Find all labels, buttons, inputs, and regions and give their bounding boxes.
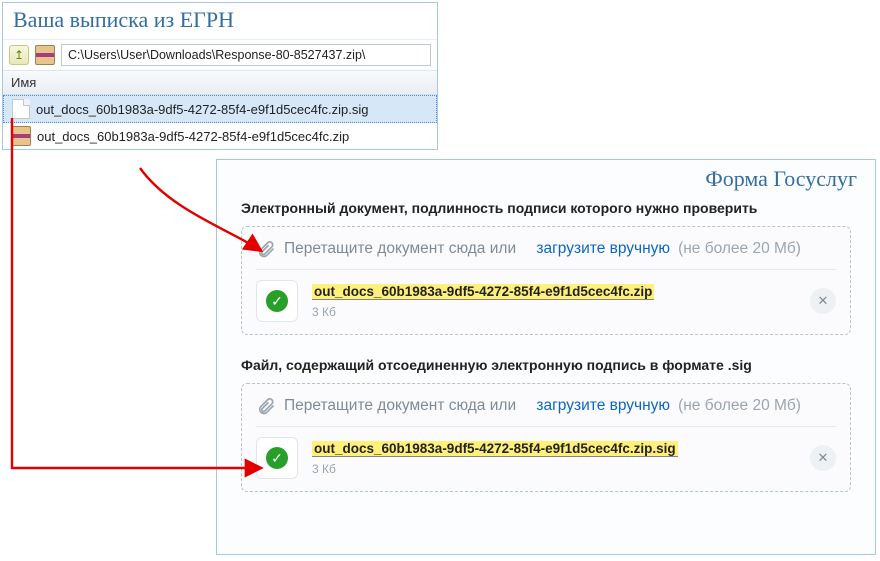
- uploaded-file-name: out_docs_60b1983a-9df5-4272-85f4-e9f1d5c…: [312, 441, 678, 457]
- drop-zone-document[interactable]: Перетащите документ сюда или загрузите в…: [241, 226, 851, 335]
- archive-icon: [11, 126, 31, 146]
- archive-icon: [35, 45, 55, 65]
- drop-size-limit: (не более 20 Мб): [678, 397, 801, 415]
- upload-success-badge: ✓: [256, 437, 298, 479]
- upload-success-badge: ✓: [256, 280, 298, 322]
- upload-link[interactable]: загрузите вручную: [536, 397, 670, 415]
- section-label-document: Электронный документ, подлинность подпис…: [217, 194, 875, 226]
- paperclip-icon: [256, 239, 276, 259]
- drop-text: Перетащите документ сюда или: [284, 240, 516, 258]
- divider: [256, 426, 836, 427]
- close-icon: ✕: [818, 450, 829, 466]
- check-icon: ✓: [266, 290, 288, 312]
- folder-up-icon[interactable]: ↥: [9, 45, 29, 65]
- remove-file-button[interactable]: ✕: [810, 445, 836, 471]
- egrn-panel: Ваша выписка из ЕГРН ↥ Имя out_docs_60b1…: [2, 2, 438, 150]
- drop-text: Перетащите документ сюда или: [284, 397, 516, 415]
- uploaded-file-size: 3 Кб: [312, 462, 678, 476]
- upload-link[interactable]: загрузите вручную: [536, 240, 670, 258]
- file-name: out_docs_60b1983a-9df5-4272-85f4-e9f1d5c…: [37, 129, 349, 144]
- uploaded-file-name: out_docs_60b1983a-9df5-4272-85f4-e9f1d5c…: [312, 284, 654, 300]
- drop-instruction: Перетащите документ сюда или загрузите в…: [256, 396, 836, 416]
- uploaded-file-size: 3 Кб: [312, 305, 654, 319]
- egrn-title: Ваша выписка из ЕГРН: [3, 3, 437, 40]
- gosuslugi-form-title: Форма Госуслуг: [217, 160, 875, 194]
- drop-zone-signature[interactable]: Перетащите документ сюда или загрузите в…: [241, 383, 851, 492]
- uploaded-file-card: ✓ out_docs_60b1983a-9df5-4272-85f4-e9f1d…: [256, 437, 836, 479]
- column-header-name[interactable]: Имя: [3, 71, 437, 95]
- remove-file-button[interactable]: ✕: [810, 288, 836, 314]
- divider: [256, 269, 836, 270]
- drop-instruction: Перетащите документ сюда или загрузите в…: [256, 239, 836, 259]
- paperclip-icon: [256, 396, 276, 416]
- uploaded-file-card: ✓ out_docs_60b1983a-9df5-4272-85f4-e9f1d…: [256, 280, 836, 322]
- path-row: ↥: [3, 40, 437, 71]
- close-icon: ✕: [818, 293, 829, 309]
- archive-path-input[interactable]: [61, 44, 431, 66]
- file-icon: [12, 99, 30, 119]
- check-icon: ✓: [266, 447, 288, 469]
- section-label-signature: Файл, содержащий отсоединенную электронн…: [217, 351, 875, 383]
- drop-size-limit: (не более 20 Мб): [678, 240, 801, 258]
- file-row-sig[interactable]: out_docs_60b1983a-9df5-4272-85f4-e9f1d5c…: [3, 95, 437, 123]
- gosuslugi-form: Форма Госуслуг Электронный документ, под…: [216, 159, 876, 555]
- file-name: out_docs_60b1983a-9df5-4272-85f4-e9f1d5c…: [36, 102, 368, 117]
- file-row-zip[interactable]: out_docs_60b1983a-9df5-4272-85f4-e9f1d5c…: [3, 123, 437, 149]
